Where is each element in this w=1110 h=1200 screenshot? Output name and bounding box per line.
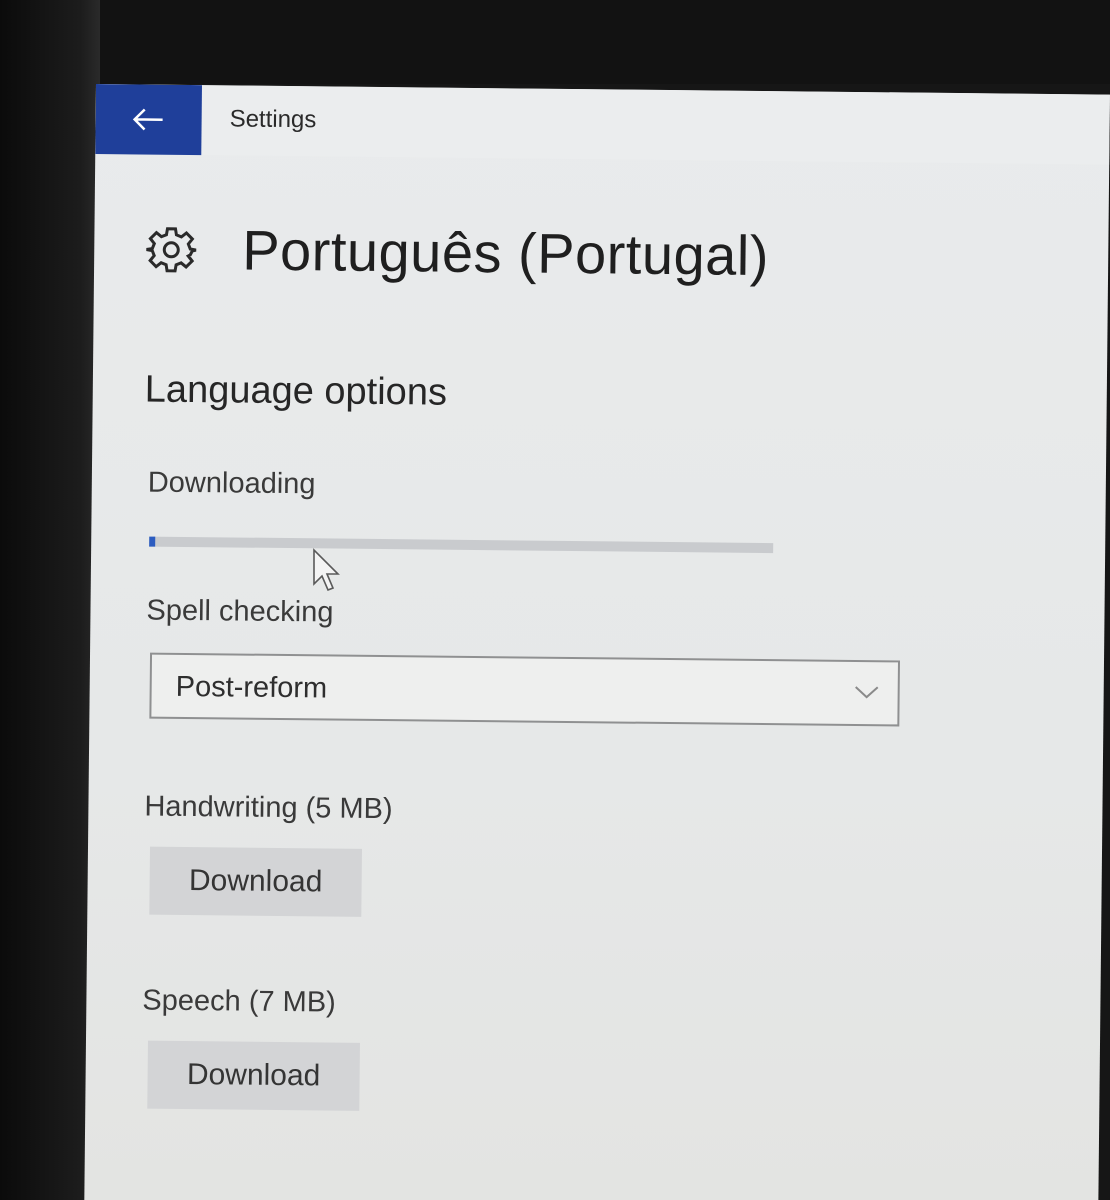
back-button[interactable] xyxy=(95,84,202,156)
speech-download-button[interactable]: Download xyxy=(147,1040,360,1111)
section-title: Language options xyxy=(144,368,448,414)
spell-checking-selected: Post-reform xyxy=(175,670,328,705)
window-title: Settings xyxy=(229,105,317,134)
page-header: Português (Portugal) xyxy=(146,217,769,289)
page-title: Português (Portugal) xyxy=(241,218,770,288)
download-progress-fill xyxy=(149,536,156,547)
back-arrow-icon xyxy=(132,107,165,131)
settings-window: Settings Português (Portugal) Language o… xyxy=(84,84,1110,1200)
chevron-down-icon xyxy=(854,682,880,702)
monitor-bezel-top xyxy=(0,0,1110,84)
download-progress-bar xyxy=(149,536,774,554)
speech-label: Speech (7 MB) xyxy=(142,984,336,1019)
monitor-bezel-left xyxy=(0,0,100,1200)
handwriting-download-button[interactable]: Download xyxy=(149,846,363,917)
spell-checking-label: Spell checking xyxy=(146,594,334,629)
photo-stage: Settings Português (Portugal) Language o… xyxy=(0,0,1110,1200)
download-status-label: Downloading xyxy=(147,466,316,501)
title-bar: Settings xyxy=(95,84,1110,165)
handwriting-label: Handwriting (5 MB) xyxy=(144,790,393,826)
mouse-pointer-icon xyxy=(312,548,342,594)
spell-checking-dropdown[interactable]: Post-reform xyxy=(149,652,901,727)
gear-icon xyxy=(146,224,197,275)
